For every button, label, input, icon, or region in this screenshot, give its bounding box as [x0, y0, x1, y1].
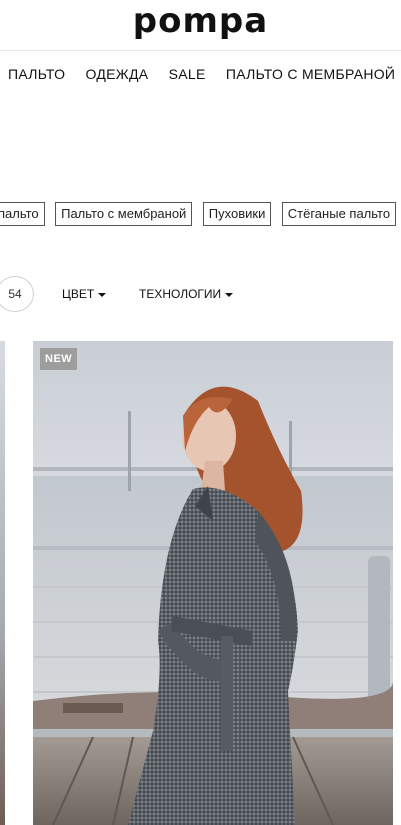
nav-item-membrane-coats[interactable]: ПАЛЬТО С МЕМБРАНОЙ	[226, 66, 395, 82]
nav-item-sale[interactable]: SALE	[169, 66, 206, 82]
chevron-down-icon	[225, 292, 234, 297]
chip-down-jackets[interactable]: Пуховики	[202, 202, 272, 226]
technology-filter-label: ТЕХНОЛОГИИ	[139, 287, 222, 301]
filter-bar: 54 ЦВЕТ ТЕХНОЛОГИИ	[0, 276, 401, 312]
color-filter-label: ЦВЕТ	[62, 287, 95, 301]
chevron-down-icon	[98, 292, 107, 297]
nav-item-coats[interactable]: ПАЛЬТО	[8, 66, 65, 82]
previous-product-image[interactable]	[0, 341, 5, 825]
chip-coats[interactable]: пальто	[0, 202, 45, 226]
category-chips: пальто Пальто с мембраной Пуховики Стёга…	[0, 194, 401, 226]
chip-membrane-coats[interactable]: Пальто с мембраной	[55, 202, 193, 226]
main-nav: ПАЛЬТО ОДЕЖДА SALE ПАЛЬТО С МЕМБРАНОЙ I	[8, 66, 401, 82]
product-image	[33, 341, 393, 825]
chip-quilted-coats[interactable]: Стёганые пальто	[281, 202, 397, 226]
technology-filter-button[interactable]: ТЕХНОЛОГИИ	[139, 287, 234, 301]
product-card[interactable]: NEW	[33, 341, 393, 825]
product-count: 54	[0, 276, 34, 312]
brand-logo[interactable]: pompa	[0, 4, 401, 38]
color-filter-button[interactable]: ЦВЕТ	[62, 287, 107, 301]
header-divider	[0, 50, 401, 51]
nav-item-clothing[interactable]: ОДЕЖДА	[86, 66, 149, 82]
new-badge: NEW	[40, 348, 78, 370]
